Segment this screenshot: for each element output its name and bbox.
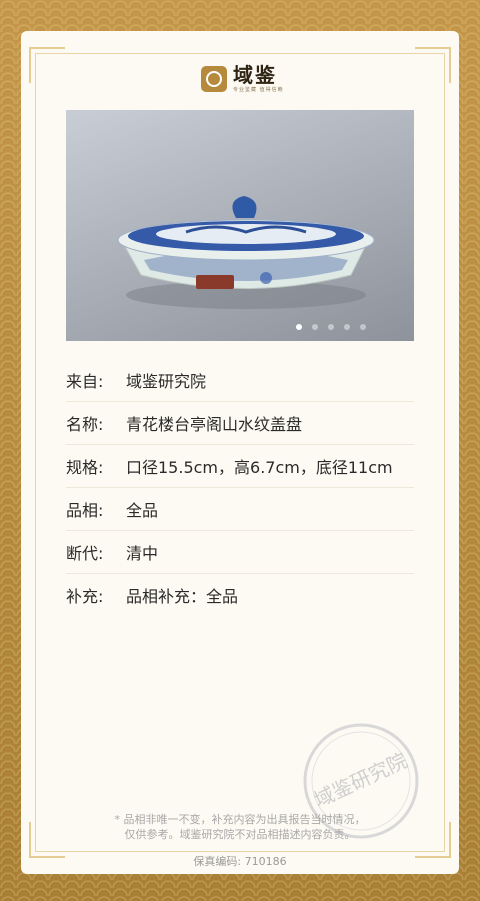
detail-value: 青花楼台亭阁山水纹盖盘 <box>126 415 303 434</box>
detail-row-dating: 断代: 清中 <box>66 531 414 574</box>
brand-name: 域鉴 <box>233 63 277 87</box>
detail-label: 名称: <box>66 415 104 434</box>
detail-value: 域鉴研究院 <box>126 372 207 391</box>
detail-row-source: 来自: 域鉴研究院 <box>66 359 414 402</box>
detail-label: 断代: <box>66 544 104 563</box>
carousel-dot[interactable] <box>296 324 302 330</box>
details-list: 来自: 域鉴研究院 名称: 青花楼台亭阁山水纹盖盘 规格: 口径15.5cm，高… <box>66 359 414 616</box>
detail-row-condition: 品相: 全品 <box>66 488 414 531</box>
brand-logo-icon <box>201 65 227 92</box>
detail-row-supplement: 补充: 品相补充：全品 <box>66 574 414 616</box>
detail-value: 清中 <box>126 544 159 563</box>
detail-label: 规格: <box>66 458 104 477</box>
detail-label: 来自: <box>66 372 104 391</box>
brand-tagline: 专业鉴藏 值得信赖 <box>233 87 284 93</box>
detail-label: 品相: <box>66 501 104 520</box>
detail-value: 全品 <box>126 501 159 520</box>
authenticity-code: 保真编码: 710186 <box>21 853 459 869</box>
code-label: 保真编码: <box>193 855 242 868</box>
product-photo-carousel[interactable] <box>66 110 414 341</box>
porcelain-dish-image <box>117 196 375 309</box>
code-value: 710186 <box>244 855 287 868</box>
detail-label: 补充: <box>66 587 104 606</box>
carousel-dot[interactable] <box>328 324 334 330</box>
corner-ornament <box>415 47 451 83</box>
carousel-dot[interactable] <box>312 324 318 330</box>
detail-row-name: 名称: 青花楼台亭阁山水纹盖盘 <box>66 402 414 445</box>
brand-logo: 域鉴 专业鉴藏 值得信赖 <box>201 64 284 93</box>
disclaimer-line: 仅供参考。域鉴研究院不对品相描述内容负责。 <box>124 828 356 841</box>
detail-value: 口径15.5cm，高6.7cm，底径11cm <box>126 458 393 477</box>
detail-value: 品相补充：全品 <box>126 587 239 606</box>
disclaimer-line: * 品相非唯一不变，补充内容为出具报告当时情况， <box>114 813 366 826</box>
svg-text:域鉴研究院: 域鉴研究院 <box>310 748 411 812</box>
carousel-dots <box>296 324 366 330</box>
detail-row-spec: 规格: 口径15.5cm，高6.7cm，底径11cm <box>66 445 414 488</box>
carousel-dot[interactable] <box>360 324 366 330</box>
corner-ornament <box>29 47 65 83</box>
disclaimer-note: * 品相非唯一不变，补充内容为出具报告当时情况， 仅供参考。域鉴研究院不对品相描… <box>61 812 419 842</box>
certificate-card: 域鉴 专业鉴藏 值得信赖 来自: 域鉴研究院 名称: 青花楼台亭阁山水纹盖盘 规… <box>21 31 459 874</box>
carousel-dot[interactable] <box>344 324 350 330</box>
label-tag <box>196 275 234 289</box>
